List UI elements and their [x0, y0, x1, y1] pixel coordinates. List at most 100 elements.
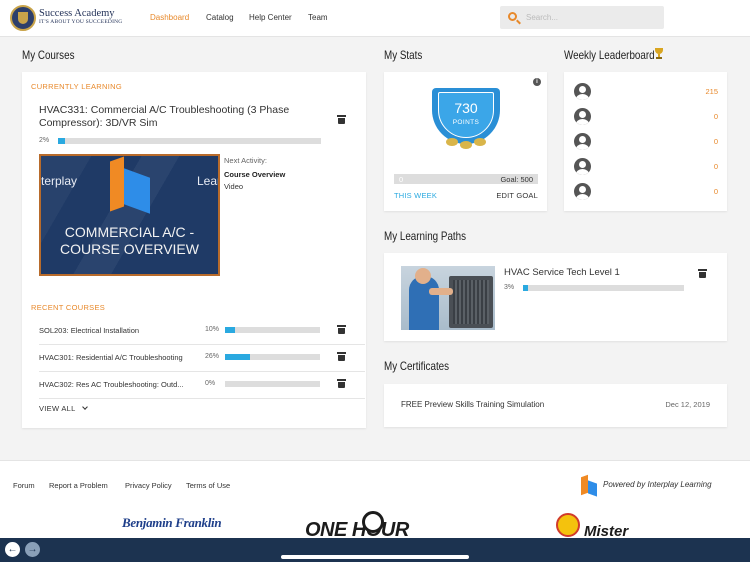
- recent-course-progress-bar: [225, 381, 320, 387]
- back-arrow-icon[interactable]: ←: [5, 542, 20, 557]
- nav-help-center[interactable]: Help Center: [249, 13, 292, 22]
- current-course-progress-fill: [58, 138, 65, 144]
- leaderboard-score: 0: [713, 112, 718, 121]
- thumb-brand-right: Learnin: [197, 174, 218, 188]
- learning-path-progress-bar: [523, 285, 684, 291]
- nav-catalog[interactable]: Catalog: [206, 13, 234, 22]
- recent-course-progress-bar: [225, 354, 320, 360]
- home-indicator[interactable]: [281, 555, 469, 559]
- footer-link-forum[interactable]: Forum: [13, 481, 35, 490]
- leaderboard-row[interactable]: 0: [574, 183, 718, 201]
- brand[interactable]: Success Academy IT'S ABOUT YOU SUCCEEDIN…: [39, 8, 122, 25]
- thumb-title: COMMERCIAL A/C - COURSE OVERVIEW: [60, 224, 199, 257]
- brand-tagline: IT'S ABOUT YOU SUCCEEDING: [39, 19, 123, 25]
- footer-link-terms[interactable]: Terms of Use: [186, 481, 230, 490]
- learning-path-title[interactable]: HVAC Service Tech Level 1: [504, 267, 620, 278]
- next-activity-title[interactable]: Course Overview: [224, 170, 285, 179]
- trash-icon[interactable]: [337, 352, 346, 361]
- divider: [39, 398, 365, 399]
- leaderboard-row[interactable]: 0: [574, 108, 718, 126]
- this-week-label[interactable]: THIS WEEK: [394, 191, 437, 200]
- academy-logo[interactable]: [10, 5, 36, 31]
- trash-icon[interactable]: [698, 269, 707, 278]
- trash-icon[interactable]: [337, 115, 346, 124]
- leaderboard-score: 0: [713, 187, 718, 196]
- interplay-logo-icon: [110, 156, 150, 214]
- avatar-icon: [574, 83, 591, 100]
- recent-course-progress-fill: [225, 354, 250, 360]
- view-all-link[interactable]: VIEW ALL: [39, 404, 88, 413]
- recent-course-pct: 10%: [205, 326, 220, 333]
- leaderboard-card: 215 0 0 0 0: [564, 72, 727, 211]
- recent-course-progress-bar: [225, 327, 320, 333]
- search-input[interactable]: [526, 10, 656, 25]
- browser-bottom-bar: ← →: [0, 538, 750, 562]
- forward-arrow-icon[interactable]: →: [25, 542, 40, 557]
- recent-course-row[interactable]: SOL203: Electrical Installation 10%: [22, 317, 366, 344]
- my-courses-title: My Courses: [22, 48, 75, 62]
- recent-courses-label: RECENT COURSES: [31, 303, 106, 312]
- goal-text: Goal: 500: [500, 175, 533, 184]
- footer: Forum Report a Problem Privacy Policy Te…: [0, 460, 750, 541]
- weekly-goal-bar: 0 Goal: 500: [394, 174, 538, 184]
- trash-icon[interactable]: [337, 379, 346, 388]
- recent-course-progress-fill: [225, 327, 235, 333]
- leaderboard-score: 215: [705, 87, 718, 96]
- points-badge: 730 POINTS: [432, 88, 500, 149]
- learning-path-card[interactable]: HVAC Service Tech Level 1 3%: [384, 253, 727, 341]
- leaderboard-row[interactable]: 0: [574, 133, 718, 151]
- learning-path-image: [401, 266, 495, 330]
- leaderboard-score: 0: [713, 162, 718, 171]
- course-thumbnail[interactable]: terplay Learnin COMMERCIAL A/C - COURSE …: [39, 154, 220, 276]
- certificate-name[interactable]: FREE Preview Skills Training Simulation: [401, 400, 544, 409]
- recent-course-name: HVAC302: Res AC Troubleshooting: Outd...: [39, 380, 184, 389]
- trash-icon[interactable]: [337, 325, 346, 334]
- nav-dashboard[interactable]: Dashboard: [150, 13, 189, 22]
- info-icon[interactable]: i: [533, 78, 541, 86]
- current-course-title[interactable]: HVAC331: Commercial A/C Troubleshooting …: [39, 104, 319, 130]
- recent-course-pct: 0%: [205, 380, 216, 387]
- brand-name: Success Academy: [39, 8, 115, 19]
- week-points-value: 0: [399, 175, 404, 184]
- edit-goal-button[interactable]: EDIT GOAL: [496, 191, 538, 200]
- top-navigation-bar: Success Academy IT'S ABOUT YOU SUCCEEDIN…: [0, 0, 750, 37]
- footer-link-privacy[interactable]: Privacy Policy: [125, 481, 172, 490]
- learning-path-pct: 3%: [504, 284, 515, 291]
- leaderboard-row[interactable]: 0: [574, 158, 718, 176]
- nav-team[interactable]: Team: [308, 13, 328, 22]
- certificate-row[interactable]: FREE Preview Skills Training Simulation …: [384, 384, 727, 427]
- clock-icon: [362, 511, 384, 533]
- search-icon[interactable]: [508, 12, 517, 21]
- my-courses-card: CURRENTLY LEARNING HVAC331: Commercial A…: [22, 72, 366, 428]
- recent-course-row[interactable]: HVAC302: Res AC Troubleshooting: Outd...…: [22, 371, 366, 398]
- footer-link-report-problem[interactable]: Report a Problem: [49, 481, 108, 490]
- current-course-progress-text: 2%: [39, 137, 50, 144]
- leaderboard-row[interactable]: 215: [574, 83, 718, 101]
- recent-course-row[interactable]: HVAC301: Residential A/C Troubleshooting…: [22, 344, 366, 371]
- next-activity-label: Next Activity:: [224, 156, 267, 165]
- certificate-date: Dec 12, 2019: [665, 400, 710, 409]
- view-all-label: VIEW ALL: [39, 404, 76, 413]
- avatar-icon: [574, 158, 591, 175]
- certificates-title: My Certificates: [384, 359, 450, 373]
- thumb-brand-left: terplay: [41, 174, 78, 188]
- points-value: 730: [454, 100, 478, 116]
- currently-learning-label: CURRENTLY LEARNING: [31, 82, 122, 91]
- leaderboard-title: Weekly Leaderboard: [564, 48, 655, 62]
- search-box[interactable]: [500, 6, 664, 29]
- current-course-progress-bar: [58, 138, 321, 144]
- trophy-icon: [654, 48, 664, 60]
- next-activity-type: Video: [224, 182, 244, 191]
- avatar-icon: [574, 133, 591, 150]
- leaderboard-score: 0: [713, 137, 718, 146]
- chevron-down-icon: [81, 404, 88, 410]
- powered-by-logo[interactable]: Powered by Interplay Learning: [581, 474, 712, 497]
- my-stats-card: i 730 POINTS 0 Goal: 500 THIS WEEK EDIT …: [384, 72, 547, 211]
- mascot-icon: [556, 513, 580, 537]
- powered-by-text: Powered by Interplay Learning: [603, 480, 712, 489]
- learning-path-progress-fill: [523, 285, 528, 291]
- avatar-icon: [574, 183, 591, 200]
- sponsor-benjamin-franklin[interactable]: Benjamin Franklin: [122, 515, 222, 531]
- my-stats-title: My Stats: [384, 48, 423, 62]
- recent-course-name: HVAC301: Residential A/C Troubleshooting: [39, 353, 183, 362]
